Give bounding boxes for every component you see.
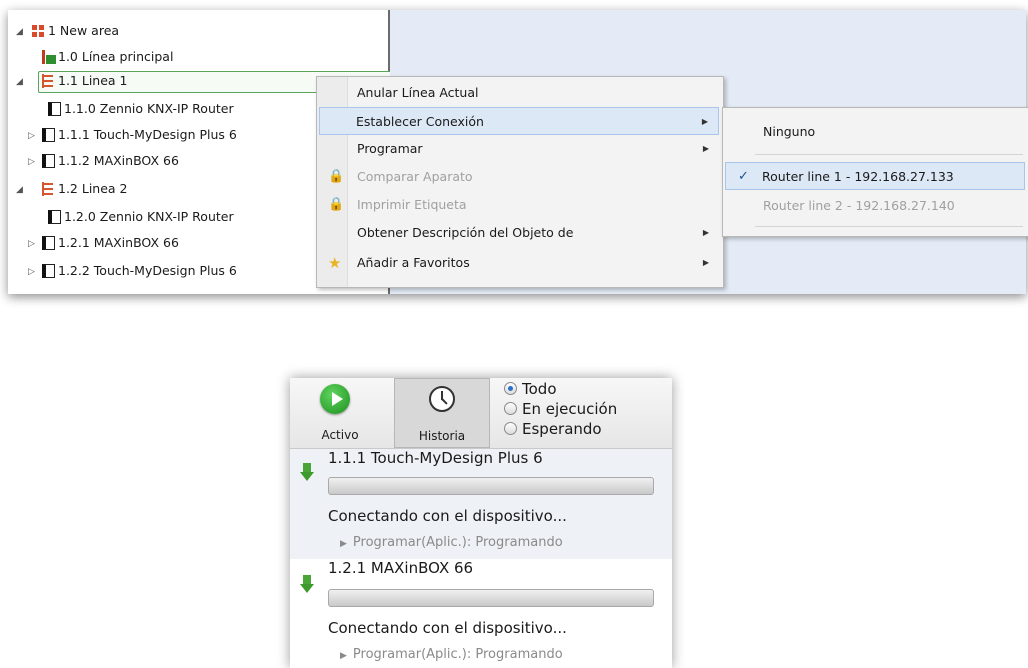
submenu-arrow-icon: ▶ <box>702 144 709 153</box>
check-icon: ✓ <box>738 169 749 184</box>
collapse-icon[interactable]: ▷ <box>28 233 35 255</box>
tab-label: Historia <box>418 429 466 443</box>
menu-item-label: Programar <box>357 141 423 156</box>
menu-separator <box>755 154 1023 155</box>
tab-label: Activo <box>321 428 359 442</box>
tree-item-label: 1.2.0 Zennio KNX-IP Router <box>64 209 234 224</box>
progress-panel-header: Activo Historia Todo En ejecución Espera… <box>290 378 672 449</box>
tree-item-label: 1.1.0 Zennio KNX-IP Router <box>64 101 234 116</box>
progress-panel: Activo Historia Todo En ejecución Espera… <box>290 378 672 668</box>
lock-icon: 🔒 <box>328 169 345 184</box>
menu-item-imprimir-etiqueta: 🔒 Imprimir Etiqueta <box>319 191 719 219</box>
radio-icon[interactable] <box>504 402 517 415</box>
tab-historia[interactable]: Historia <box>394 378 490 448</box>
tree-item-label: 1.2.1 MAXinBOX 66 <box>58 235 179 250</box>
menu-item-comparar-aparato: 🔒 Comparar Aparato <box>319 163 719 191</box>
job-title: 1.1.1 Touch-MyDesign Plus 6 <box>328 449 543 467</box>
tree-item-label: 1 New area <box>48 23 120 38</box>
job-progress-bar <box>328 477 654 495</box>
submenu-item-router-line-2: Router line 2 - 192.168.27.140 <box>725 192 1025 220</box>
submenu-item-router-line-1[interactable]: ✓ Router line 1 - 192.168.27.133 <box>725 162 1025 190</box>
device-icon <box>42 128 55 142</box>
menu-item-label: Imprimir Etiqueta <box>357 197 467 212</box>
submenu-item-ninguno[interactable]: Ninguno <box>725 118 1025 146</box>
lock-icon: 🔒 <box>328 197 345 212</box>
expand-icon[interactable]: ◢ <box>16 179 23 201</box>
line-icon <box>42 74 55 88</box>
job-status: Conectando con el dispositivo... <box>328 507 567 525</box>
job-detail: ▶ Programar(Aplic.): Programando <box>340 535 563 550</box>
menu-item-obtener-descripcion[interactable]: Obtener Descripción del Objeto de ▶ <box>319 219 719 247</box>
filter-label: Esperando <box>522 420 602 438</box>
clock-icon <box>429 386 455 412</box>
tree-item-main-line[interactable]: 1.0 Línea principal <box>8 46 388 68</box>
submenu-arrow-icon: ▶ <box>701 117 708 126</box>
job-item[interactable]: 1.2.1 MAXinBOX 66 Conectando con el disp… <box>290 559 672 668</box>
expand-detail-icon[interactable]: ▶ <box>340 651 347 661</box>
menu-item-label: Establecer Conexión <box>356 114 484 129</box>
job-progress-bar <box>328 589 654 607</box>
line-icon <box>42 182 55 196</box>
collapse-icon[interactable]: ▷ <box>28 261 35 283</box>
tree-item-label: 1.1.2 MAXinBOX 66 <box>58 153 179 168</box>
job-detail-text: Programar(Aplic.): Programando <box>352 647 563 662</box>
job-detail: ▶ Programar(Aplic.): Programando <box>340 647 563 662</box>
submenu-arrow-icon: ▶ <box>702 228 709 237</box>
tree-item-label: 1.2 Linea 2 <box>58 181 128 196</box>
expand-icon[interactable]: ◢ <box>16 71 23 93</box>
device-icon <box>42 236 55 250</box>
tree-item-label: 1.0 Línea principal <box>58 49 174 64</box>
menu-item-label: Obtener Descripción del Objeto de <box>357 225 574 240</box>
menu-item-label: Anular Línea Actual <box>357 85 479 100</box>
download-icon <box>300 463 314 481</box>
radio-icon[interactable] <box>504 382 517 395</box>
submenu-item-label: Router line 2 - 192.168.27.140 <box>763 198 955 213</box>
submenu-item-label: Ninguno <box>763 124 816 139</box>
main-line-icon <box>42 50 56 64</box>
job-status: Conectando con el dispositivo... <box>328 619 567 637</box>
menu-item-anadir-favoritos[interactable]: ★ Añadir a Favoritos ▶ <box>319 249 719 277</box>
menu-item-label: Añadir a Favoritos <box>357 255 470 270</box>
filter-label: En ejecución <box>522 400 618 418</box>
menu-separator <box>755 226 1023 227</box>
menu-item-anular-linea[interactable]: Anular Línea Actual <box>319 79 719 107</box>
download-icon <box>300 575 314 593</box>
play-icon <box>320 384 350 414</box>
submenu-item-label: Router line 1 - 192.168.27.133 <box>762 169 954 184</box>
menu-item-establecer-conexion[interactable]: Establecer Conexión ▶ <box>319 107 719 135</box>
tab-activo[interactable]: Activo <box>290 378 390 448</box>
collapse-icon[interactable]: ▷ <box>28 125 35 147</box>
star-icon: ★ <box>328 254 342 272</box>
submenu-arrow-icon: ▶ <box>702 258 709 267</box>
radio-icon[interactable] <box>504 422 517 435</box>
device-icon <box>42 154 55 168</box>
tree-item-label: 1.1 Linea 1 <box>58 73 128 88</box>
job-item[interactable]: 1.1.1 Touch-MyDesign Plus 6 Conectando c… <box>290 449 672 559</box>
menu-item-programar[interactable]: Programar ▶ <box>319 135 719 163</box>
device-icon <box>48 102 61 116</box>
job-title: 1.2.1 MAXinBOX 66 <box>328 559 474 577</box>
menu-item-label: Comparar Aparato <box>357 169 473 184</box>
tree-item-area[interactable]: ◢ 1 New area <box>8 20 388 42</box>
tree-item-label: 1.2.2 Touch-MyDesign Plus 6 <box>58 263 237 278</box>
tree-item-label: 1.1.1 Touch-MyDesign Plus 6 <box>58 127 237 142</box>
device-icon <box>42 264 55 278</box>
filter-label: Todo <box>522 380 557 398</box>
collapse-icon[interactable]: ▷ <box>28 151 35 173</box>
expand-icon[interactable]: ◢ <box>16 21 23 43</box>
job-detail-text: Programar(Aplic.): Programando <box>352 535 563 550</box>
area-icon <box>32 25 44 37</box>
device-icon <box>48 210 61 224</box>
context-menu: Anular Línea Actual Establecer Conexión … <box>316 76 724 288</box>
expand-detail-icon[interactable]: ▶ <box>340 539 347 549</box>
connection-submenu: Ninguno ✓ Router line 1 - 192.168.27.133… <box>722 107 1028 237</box>
